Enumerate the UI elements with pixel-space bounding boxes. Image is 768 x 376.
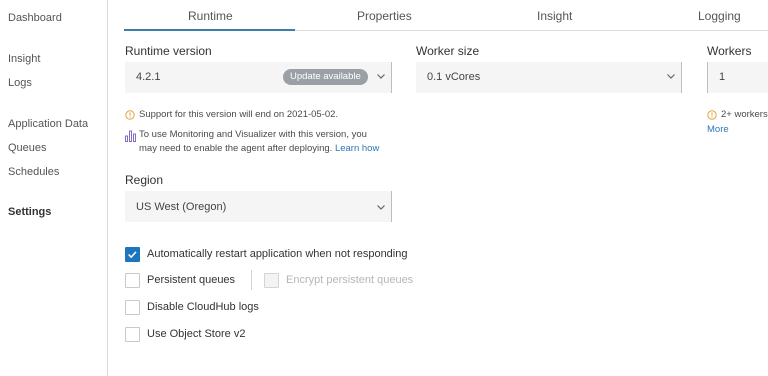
- tab-insight[interactable]: Insight: [537, 9, 572, 23]
- worker-size-label: Worker size: [416, 44, 480, 58]
- encrypt-queues-label: Encrypt persistent queues: [286, 274, 414, 286]
- sidebar-item-insight[interactable]: Insight: [8, 53, 40, 65]
- learn-how-link[interactable]: Learn how: [335, 143, 379, 154]
- sidebar-item-dashboard[interactable]: Dashboard: [8, 12, 62, 24]
- auto-restart-label[interactable]: Automatically restart application when n…: [147, 248, 407, 260]
- monitoring-notice-line1: To use Monitoring and Visualizer with th…: [139, 129, 367, 140]
- sidebar-item-logs[interactable]: Logs: [8, 77, 32, 89]
- settings-tabs: Runtime Properties Insight Logging: [124, 0, 768, 31]
- sidebar-item-schedules[interactable]: Schedules: [8, 166, 59, 178]
- object-store-v2-label[interactable]: Use Object Store v2: [147, 328, 245, 340]
- workers-select[interactable]: 1: [707, 62, 768, 93]
- checkmark-icon: [128, 251, 137, 259]
- chevron-down-icon: [667, 74, 675, 79]
- chevron-down-icon: [377, 74, 385, 79]
- runtime-version-select[interactable]: 4.2.1 Update available: [125, 62, 392, 93]
- sidebar-item-queues[interactable]: Queues: [8, 142, 47, 154]
- worker-size-select[interactable]: 0.1 vCores: [416, 62, 682, 93]
- info-circle-icon: [125, 110, 135, 120]
- tab-logging[interactable]: Logging: [698, 9, 741, 23]
- divider: [251, 270, 252, 290]
- bar-chart-icon: [125, 130, 136, 142]
- region-label: Region: [125, 173, 164, 187]
- runtime-version-label: Runtime version: [125, 44, 212, 58]
- info-circle-icon: [707, 110, 717, 120]
- runtime-version-value: 4.2.1: [136, 71, 161, 83]
- persistent-queues-label[interactable]: Persistent queues: [147, 274, 235, 286]
- support-notice: Support for this version will end on 202…: [139, 109, 339, 120]
- workers-label: Workers: [707, 44, 752, 58]
- persistent-queues-checkbox[interactable]: [125, 273, 140, 288]
- workers-value: 1: [719, 71, 726, 83]
- worker-size-value: 0.1 vCores: [427, 71, 481, 83]
- region-value: US West (Oregon): [136, 201, 227, 213]
- monitoring-notice-line2: may need to enable the agent after deplo…: [139, 143, 379, 154]
- sidebar-item-settings[interactable]: Settings: [8, 206, 51, 218]
- auto-restart-checkbox[interactable]: [125, 247, 140, 262]
- workers-notice: 2+ workers: [721, 109, 768, 120]
- tab-properties[interactable]: Properties: [357, 9, 412, 23]
- sidebar: Dashboard Insight Logs Application Data …: [0, 0, 108, 376]
- region-select[interactable]: US West (Oregon): [125, 191, 392, 222]
- encrypt-queues-checkbox: [264, 273, 279, 288]
- active-tab-indicator: [124, 29, 295, 31]
- disable-cloudhub-logs-checkbox[interactable]: [125, 300, 140, 315]
- object-store-v2-checkbox[interactable]: [125, 327, 140, 342]
- update-available-badge: Update available: [283, 69, 368, 85]
- workers-more-link[interactable]: More: [707, 124, 729, 135]
- sidebar-item-application-data[interactable]: Application Data: [8, 118, 88, 130]
- monitoring-notice-text: may need to enable the agent after deplo…: [139, 143, 333, 154]
- chevron-down-icon: [377, 205, 385, 210]
- disable-cloudhub-logs-label[interactable]: Disable CloudHub logs: [147, 301, 259, 313]
- tab-runtime[interactable]: Runtime: [188, 9, 233, 23]
